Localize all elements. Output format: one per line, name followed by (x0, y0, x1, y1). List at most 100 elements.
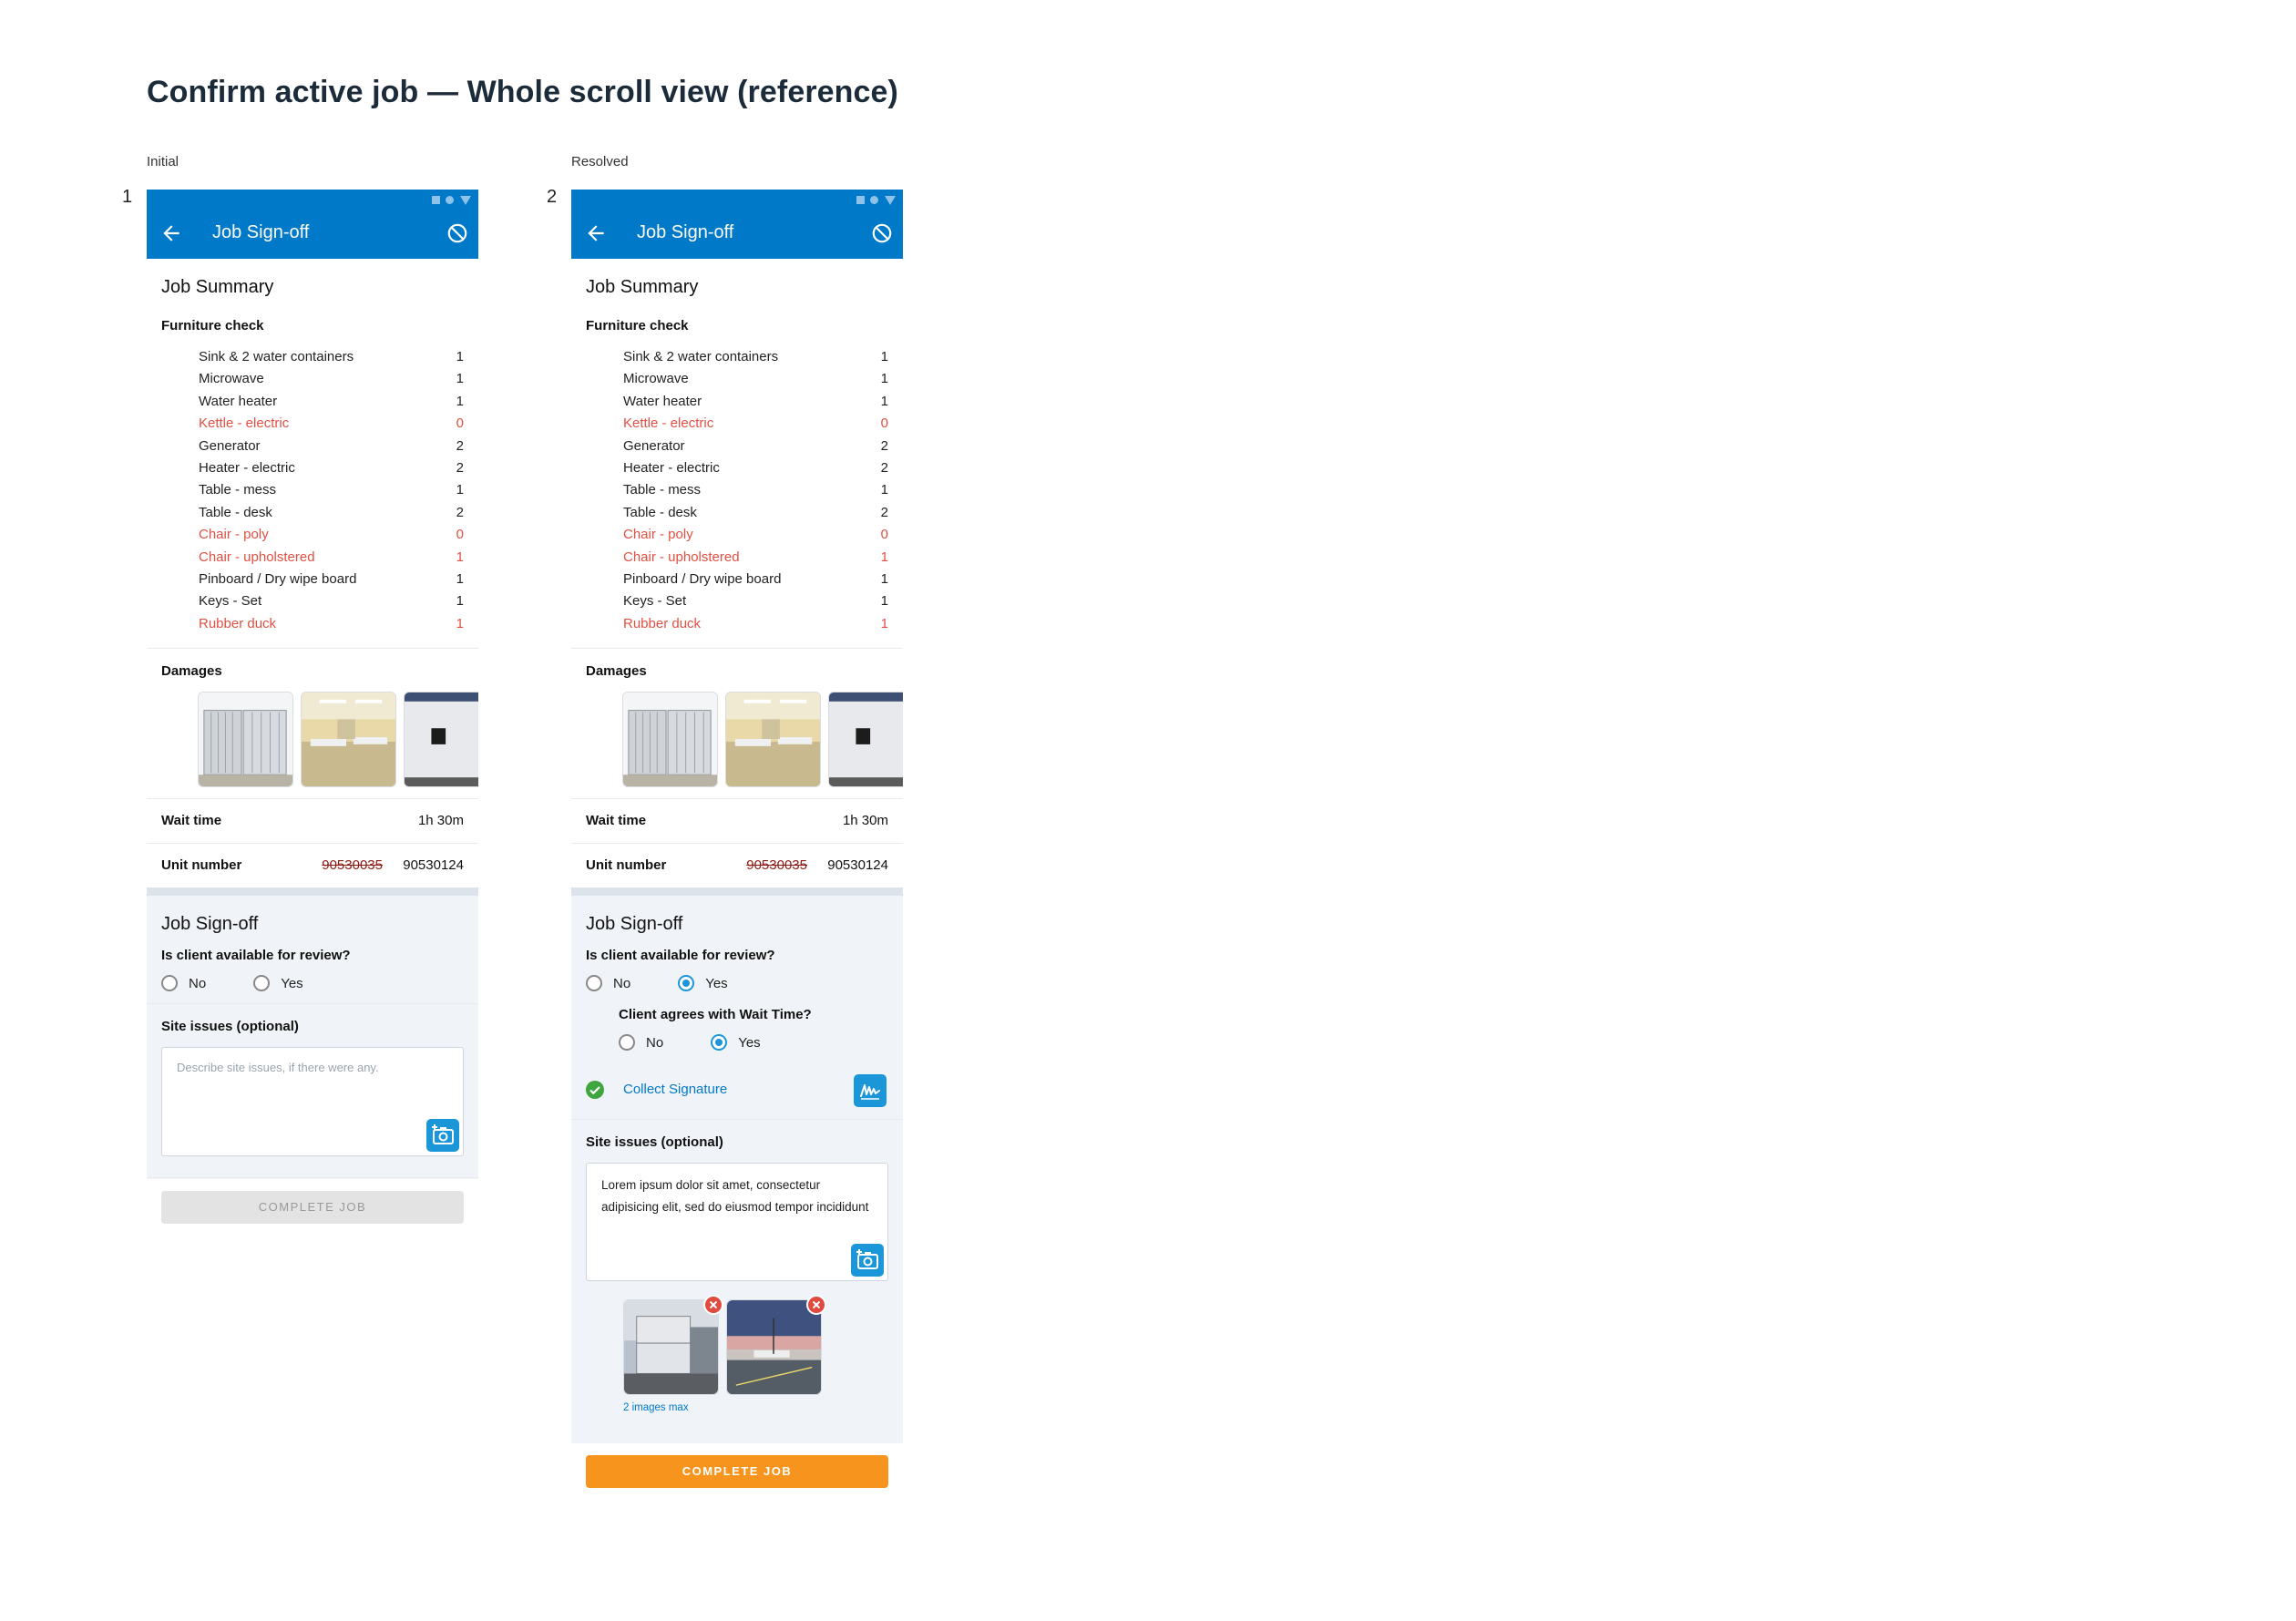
furniture-item-qty: 1 (880, 393, 888, 409)
add-photo-button[interactable] (851, 1244, 884, 1277)
furniture-item: Sink & 2 water containers 1 (199, 346, 478, 368)
furniture-item: Keys - Set 1 (199, 590, 478, 612)
remove-photo-icon[interactable] (806, 1295, 826, 1316)
damages-gallery[interactable] (147, 692, 478, 798)
damage-photo-interior[interactable] (725, 692, 821, 788)
furniture-item: Rubber duck 1 (199, 613, 478, 635)
screen-caption: Resolved (571, 154, 629, 169)
furniture-item-name: Water heater (199, 393, 278, 409)
furniture-item-qty: 1 (456, 615, 464, 631)
furniture-item-qty: 2 (456, 459, 464, 476)
damage-photo-unit[interactable] (404, 692, 478, 788)
site-issues-input[interactable]: Describe site issues, if there were any. (161, 1047, 464, 1157)
furniture-item: Rubber duck 1 (623, 613, 903, 635)
signal-icon (856, 196, 865, 204)
damage-photo-cabins[interactable] (622, 692, 718, 788)
furniture-item-qty: 2 (880, 504, 888, 520)
unit-number-new: 90530124 (403, 857, 464, 874)
check-circle-icon (586, 1081, 604, 1100)
unit-number-row: Unit number 90530035 90530124 (147, 843, 478, 888)
furniture-item-name: Keys - Set (199, 593, 262, 610)
furniture-item-qty: 1 (880, 593, 888, 610)
unit-number-new: 90530124 (827, 857, 888, 874)
furniture-item: Heater - electric 2 (199, 457, 478, 479)
furniture-item-qty: 0 (456, 527, 464, 543)
furniture-item-qty: 2 (456, 437, 464, 454)
collect-signature-link[interactable]: Collect Signature (623, 1082, 727, 1097)
site-issue-photo[interactable] (726, 1295, 826, 1396)
wait-time-label: Wait time (161, 813, 222, 829)
unit-number-label: Unit number (161, 857, 242, 874)
cancel-job-icon[interactable] (870, 221, 894, 245)
radio-label-yes: Yes (705, 975, 728, 991)
damage-photo-interior[interactable] (301, 692, 396, 788)
furniture-check-title: Furniture check (161, 318, 264, 333)
site-issues-input[interactable]: Lorem ipsum dolor sit amet, consectetur … (586, 1163, 888, 1282)
furniture-list: Sink & 2 water containers 1 Microwave 1 Wate… (571, 346, 903, 648)
furniture-item: Generator 2 (623, 436, 903, 457)
furniture-item-qty: 1 (456, 371, 464, 387)
client-available-yes-radio[interactable] (253, 975, 271, 992)
unit-number-label: Unit number (586, 857, 667, 874)
client-available-no-radio[interactable] (586, 975, 602, 992)
furniture-item-name: Rubber duck (623, 615, 702, 631)
furniture-item-qty: 0 (880, 416, 888, 432)
furniture-item: Keys - Set 1 (623, 590, 903, 612)
damages-gallery[interactable] (571, 692, 903, 798)
site-issue-photo[interactable] (623, 1295, 723, 1396)
app-bar-title: Job Sign-off (637, 222, 734, 242)
furniture-item-name: Pinboard / Dry wipe board (623, 570, 782, 587)
wait-time-no-radio[interactable] (619, 1034, 635, 1052)
phone-frame: Job Sign-off Job Summary Furniture check… (147, 190, 478, 1225)
wait-time-value: 1h 30m (417, 813, 464, 829)
furniture-item-qty: 1 (880, 482, 888, 498)
signature-button[interactable] (854, 1074, 887, 1108)
furniture-list: Sink & 2 water containers 1 Microwave 1 Wate… (147, 346, 478, 648)
furniture-item-name: Heater - electric (199, 459, 295, 476)
cancel-job-icon[interactable] (446, 221, 469, 245)
add-photo-button[interactable] (426, 1119, 459, 1153)
app-bar: Job Sign-off (571, 208, 903, 259)
remove-photo-icon[interactable] (703, 1295, 723, 1316)
complete-job-button[interactable]: COMPLETE JOB (161, 1191, 464, 1225)
status-bar (147, 190, 478, 208)
furniture-item: Table - desk 2 (623, 502, 903, 524)
radio-label-yes: Yes (738, 1034, 761, 1051)
job-summary-card: Job Summary Furniture check Sink & 2 wat… (571, 259, 903, 799)
radio-label-no: No (646, 1034, 664, 1051)
furniture-item-name: Kettle - electric (623, 416, 714, 432)
furniture-item-qty: 0 (456, 416, 464, 432)
back-arrow-icon[interactable] (584, 221, 608, 245)
furniture-item: Pinboard / Dry wipe board 1 (623, 569, 903, 590)
back-arrow-icon[interactable] (159, 221, 183, 245)
screen-caption: Initial (147, 154, 179, 169)
furniture-item-name: Heater - electric (623, 459, 720, 476)
furniture-item-name: Microwave (623, 371, 689, 387)
wait-time-row: Wait time 1h 30m (571, 798, 903, 844)
furniture-item: Chair - poly 0 (623, 524, 903, 546)
client-available-yes-radio[interactable] (678, 975, 695, 992)
damage-photo-cabins[interactable] (198, 692, 293, 788)
unit-number-row: Unit number 90530035 90530124 (571, 843, 903, 888)
status-bar (571, 190, 903, 208)
wait-time-row: Wait time 1h 30m (147, 798, 478, 844)
furniture-item: Table - mess 1 (199, 479, 478, 501)
furniture-item-qty: 2 (880, 437, 888, 454)
furniture-item: Water heater 1 (199, 391, 478, 413)
client-available-question: Is client available for review? (161, 948, 351, 964)
furniture-item-name: Microwave (199, 371, 264, 387)
screen-number: 2 (547, 187, 558, 207)
wait-time-yes-radio[interactable] (711, 1034, 728, 1052)
furniture-item-qty: 1 (880, 349, 888, 364)
furniture-item-name: Table - mess (623, 482, 702, 498)
site-issues-label: Site issues (optional) (161, 1019, 299, 1035)
furniture-item-name: Chair - poly (623, 527, 693, 543)
furniture-item: Microwave 1 (623, 368, 903, 390)
furniture-item-qty: 1 (880, 371, 888, 387)
job-summary-card: Job Summary Furniture check Sink & 2 wat… (147, 259, 478, 799)
damage-photo-unit[interactable] (828, 692, 903, 788)
complete-job-button[interactable]: COMPLETE JOB (586, 1455, 888, 1489)
client-available-no-radio[interactable] (161, 975, 178, 992)
furniture-item: Chair - upholstered 1 (199, 547, 478, 569)
furniture-check-title: Furniture check (586, 318, 689, 333)
